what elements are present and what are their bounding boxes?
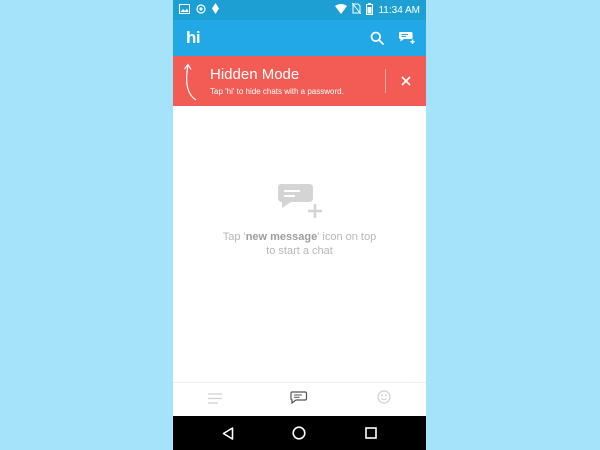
new-chat-icon — [276, 181, 324, 226]
banner-subtitle: Tap 'hi' to hide chats with a password. — [210, 87, 344, 96]
image-icon — [179, 3, 190, 17]
empty-state-line1: Tap 'new message' icon on top — [222, 231, 377, 243]
empty-state-line2: to start a chat — [266, 245, 333, 257]
smiley-icon — [377, 390, 391, 409]
banner-title: Hidden Mode — [210, 66, 300, 83]
menu-icon — [208, 391, 223, 409]
navigation-bar — [173, 416, 426, 450]
tab-menu[interactable] — [173, 383, 257, 416]
chats-icon — [290, 390, 308, 409]
status-bar: 11:34 AM — [173, 0, 426, 20]
status-time: 11:34 AM — [378, 4, 420, 16]
tab-chats[interactable] — [257, 383, 341, 416]
diamond-icon — [212, 3, 219, 17]
close-icon[interactable] — [398, 73, 414, 89]
banner-divider — [385, 69, 386, 93]
empty-state-text: Tap 'new message' icon on top to start a… — [173, 230, 426, 258]
back-icon[interactable] — [222, 426, 234, 440]
bottom-tab-bar — [173, 382, 426, 416]
search-icon[interactable] — [370, 31, 384, 45]
battery-icon — [366, 2, 374, 18]
app-logo[interactable]: hi — [186, 28, 201, 48]
phone-screen: 11:34 AM hi Hidden Mode Tap 'hi' to hide… — [173, 0, 426, 450]
empty-state-highlight: new message — [245, 231, 318, 243]
tab-stickers[interactable] — [342, 383, 426, 416]
home-icon[interactable] — [292, 426, 307, 440]
new-message-icon[interactable] — [398, 31, 416, 45]
location-icon — [196, 3, 206, 17]
recents-icon[interactable] — [365, 427, 377, 439]
curved-arrow-up-icon — [179, 62, 201, 107]
app-bar: hi — [173, 20, 426, 56]
hidden-mode-banner[interactable]: Hidden Mode Tap 'hi' to hide chats with … — [173, 56, 426, 106]
no-sim-icon — [352, 2, 362, 17]
wifi-icon — [335, 3, 348, 17]
